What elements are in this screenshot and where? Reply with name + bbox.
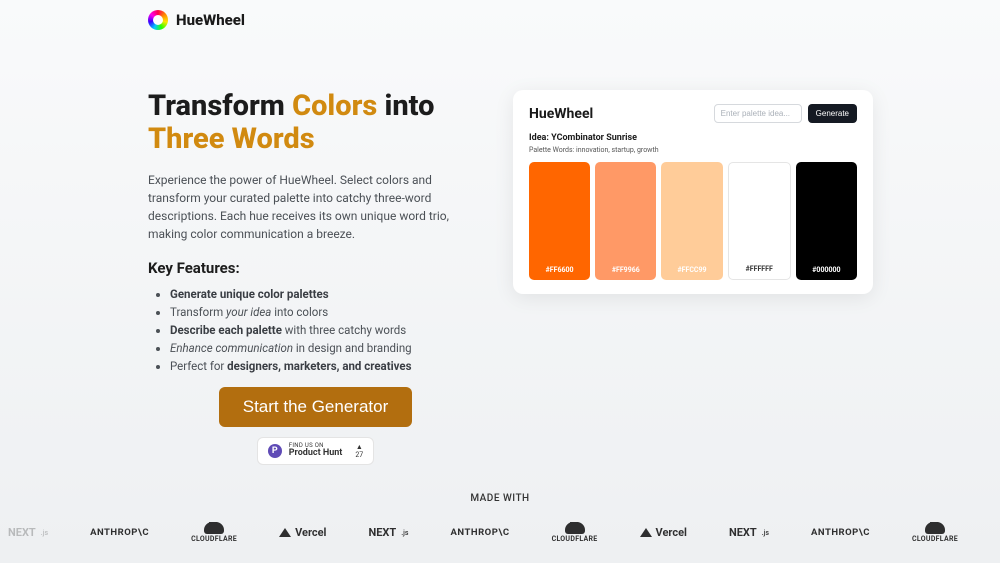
feature-item: Enhance communication in design and bran… <box>170 341 483 355</box>
cloud-icon <box>565 522 585 534</box>
nextjs-logo: NEXT.js <box>729 526 769 539</box>
swatch-hex: #FFFFFF <box>746 265 773 279</box>
ph-upvote: ▲ 27 <box>355 443 363 459</box>
swatch-hex: #FF6600 <box>546 266 574 280</box>
anthropic-logo: ANTHROP\C <box>451 527 510 538</box>
preview-card: HueWheel Generate Idea: YCombinator Sunr… <box>513 90 873 294</box>
cloud-icon <box>204 522 224 534</box>
swatch: #FFFFFF <box>728 162 791 280</box>
vercel-logo: Vercel <box>279 526 326 539</box>
triangle-icon <box>640 528 652 537</box>
generate-button[interactable]: Generate <box>808 104 857 123</box>
hero-title: Transform Colors into Three Words <box>148 90 483 157</box>
nextjs-logo: NEXT.js <box>368 526 408 539</box>
cloudflare-logo: CLOUDFLARE <box>552 522 598 543</box>
swatch-hex: #000000 <box>812 266 840 280</box>
feature-item: Perfect for designers, marketers, and cr… <box>170 359 483 373</box>
hero-title-accent-1: Colors <box>292 89 377 123</box>
anthropic-logo: ANTHROP\C <box>811 527 870 538</box>
cloud-icon <box>925 522 945 534</box>
huewheel-logo-icon <box>148 10 168 30</box>
swatch: #000000 <box>796 162 857 280</box>
made-with-label: MADE WITH <box>0 493 1000 504</box>
idea-label: Idea: YCombinator Sunrise <box>529 133 857 143</box>
swatch-hex: #FF9966 <box>612 266 640 280</box>
feature-item: Generate unique color palettes <box>170 287 483 301</box>
product-hunt-badge[interactable]: P FIND US ON Product Hunt ▲ 27 <box>257 437 374 465</box>
ph-bottom-text: Product Hunt <box>289 449 343 458</box>
palette-words-label: Palette Words: innovation, startup, grow… <box>529 146 857 154</box>
triangle-icon <box>279 528 291 537</box>
swatch-row: #FF6600 #FF9966 #FFCC99 #FFFFFF #000000 <box>529 162 857 280</box>
nextjs-logo: NEXT.js <box>8 526 48 539</box>
brand-name: HueWheel <box>176 11 245 29</box>
swatch: #FF9966 <box>595 162 656 280</box>
hero-title-prefix: Transform <box>148 89 292 123</box>
palette-idea-input[interactable] <box>714 104 802 123</box>
swatch-hex: #FFCC99 <box>677 266 706 280</box>
hero-title-accent-2: Three Words <box>148 122 315 156</box>
cloudflare-logo: CLOUDFLARE <box>191 522 237 543</box>
hero-description: Experience the power of HueWheel. Select… <box>148 171 478 243</box>
vercel-logo: Vercel <box>640 526 687 539</box>
features-list: Generate unique color palettes Transform… <box>148 287 483 373</box>
cloudflare-logo: CLOUDFLARE <box>912 522 958 543</box>
feature-item: Transform your idea into colors <box>170 305 483 319</box>
made-with-section: MADE WITH NEXT.js ANTHROP\C CLOUDFLARE V… <box>0 493 1000 543</box>
features-heading: Key Features: <box>148 259 483 277</box>
ph-count: 27 <box>355 451 363 459</box>
start-generator-button[interactable]: Start the Generator <box>219 387 413 427</box>
logos-marquee: NEXT.js ANTHROP\C CLOUDFLARE Vercel NEXT… <box>0 522 1000 543</box>
product-hunt-icon: P <box>268 444 282 458</box>
anthropic-logo: ANTHROP\C <box>90 527 149 538</box>
header: HueWheel <box>0 0 1000 40</box>
hero-title-mid: into <box>377 89 434 123</box>
swatch: #FFCC99 <box>661 162 722 280</box>
swatch: #FF6600 <box>529 162 590 280</box>
card-title: HueWheel <box>529 106 593 122</box>
feature-item: Describe each palette with three catchy … <box>170 323 483 337</box>
